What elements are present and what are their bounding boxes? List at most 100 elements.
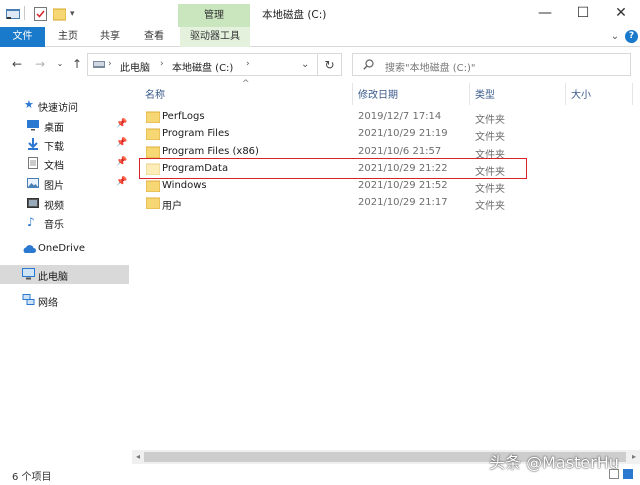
file-row[interactable]: Windows 2021/10/29 21:52 文件夹 bbox=[136, 178, 526, 195]
network-icon bbox=[22, 294, 35, 306]
help-button[interactable]: ? bbox=[625, 30, 638, 43]
desktop-icon bbox=[27, 119, 39, 131]
computer-icon bbox=[22, 268, 35, 280]
explorer-app-icon[interactable] bbox=[6, 6, 20, 22]
nav-network[interactable]: 网络 bbox=[0, 291, 129, 310]
watermark: 头条 @MasterHu bbox=[489, 453, 619, 472]
column-divider[interactable] bbox=[632, 83, 633, 105]
file-row[interactable]: 用户 2021/10/29 21:17 文件夹 bbox=[136, 195, 526, 212]
nav-item-desktop[interactable]: 桌面 📌 bbox=[0, 116, 129, 135]
breadcrumb-separator-icon[interactable]: › bbox=[246, 59, 250, 69]
file-date: 2021/10/29 21:52 bbox=[358, 180, 448, 191]
file-date: 2021/10/6 21:57 bbox=[358, 146, 442, 157]
folder-icon bbox=[145, 146, 161, 159]
tab-home[interactable]: 主页 bbox=[52, 27, 84, 47]
breadcrumb-this-pc[interactable]: 此电脑 bbox=[120, 59, 150, 74]
sort-ascending-icon: ^ bbox=[242, 79, 250, 89]
breadcrumb-separator-icon[interactable]: › bbox=[108, 59, 112, 69]
nav-label: 桌面 bbox=[44, 123, 64, 134]
item-count: 6 个项目 bbox=[12, 472, 52, 483]
file-type: 文件夹 bbox=[475, 115, 505, 126]
up-button[interactable]: ↑ bbox=[70, 57, 84, 71]
search-box[interactable]: 搜索"本地磁盘 (C:)" bbox=[352, 53, 631, 76]
scroll-left-icon[interactable]: ◂ bbox=[132, 450, 144, 464]
tab-drive-tools[interactable]: 驱动器工具 bbox=[180, 27, 250, 47]
minimize-button[interactable]: — bbox=[532, 3, 558, 23]
nav-label: 网络 bbox=[38, 298, 58, 309]
close-button[interactable]: ✕ bbox=[608, 3, 634, 23]
tab-view[interactable]: 查看 bbox=[138, 27, 170, 47]
search-placeholder: 搜索"本地磁盘 (C:)" bbox=[385, 63, 476, 74]
file-list: ^ 名称 修改日期 类型 大小 PerfLogs 2019/12/7 17:14… bbox=[132, 79, 640, 463]
tab-share[interactable]: 共享 bbox=[94, 27, 126, 47]
file-date: 2021/10/29 21:19 bbox=[358, 128, 448, 139]
pin-icon[interactable]: 📌 bbox=[116, 138, 127, 148]
pin-icon[interactable]: 📌 bbox=[116, 177, 127, 187]
back-button[interactable]: ← bbox=[10, 57, 24, 71]
nav-label: 音乐 bbox=[44, 220, 64, 231]
scroll-right-icon[interactable]: ▸ bbox=[628, 450, 640, 464]
folder-icon bbox=[145, 197, 161, 210]
documents-icon bbox=[27, 157, 39, 169]
nav-onedrive[interactable]: OneDrive bbox=[0, 240, 129, 259]
folder-icon bbox=[145, 111, 161, 124]
file-date: 2019/12/7 17:14 bbox=[358, 111, 442, 122]
column-divider[interactable] bbox=[352, 83, 353, 105]
column-header-name[interactable]: 名称 bbox=[145, 86, 165, 101]
drive-location-icon bbox=[93, 59, 105, 73]
address-dropdown-icon[interactable]: ⌄ bbox=[301, 59, 309, 70]
nav-label: 图片 bbox=[44, 181, 64, 192]
address-bar[interactable]: › 此电脑 › 本地磁盘 (C:) › ⌄ bbox=[87, 53, 318, 76]
folder-icon bbox=[145, 128, 161, 141]
nav-label: 快速访问 bbox=[38, 103, 78, 114]
breadcrumb-local-disk[interactable]: 本地磁盘 (C:) bbox=[172, 59, 233, 74]
search-icon bbox=[363, 59, 374, 73]
file-name: Program Files (x86) bbox=[162, 146, 259, 157]
properties-icon[interactable] bbox=[34, 6, 47, 22]
maximize-button[interactable]: ☐ bbox=[570, 3, 596, 23]
nav-quick-access[interactable]: ★ 快速访问 bbox=[0, 96, 129, 115]
highlight-box bbox=[139, 158, 527, 179]
context-tab-manage[interactable]: 管理 bbox=[178, 4, 250, 27]
navigation-pane: ★ 快速访问 桌面 📌 下载 📌 文档 📌 图片 📌 视频 ♪ 音乐 OneDr… bbox=[0, 81, 132, 463]
nav-label: 下载 bbox=[44, 142, 64, 153]
new-folder-icon[interactable] bbox=[53, 6, 66, 22]
title-bar: ▾ 管理 本地磁盘 (C:) — ☐ ✕ bbox=[0, 0, 640, 27]
expand-ribbon-icon[interactable]: ⌄ bbox=[608, 30, 622, 44]
breadcrumb-separator-icon[interactable]: › bbox=[160, 59, 164, 69]
column-header-type[interactable]: 类型 bbox=[475, 86, 495, 101]
column-divider[interactable] bbox=[469, 83, 470, 105]
pin-icon[interactable]: 📌 bbox=[116, 119, 127, 129]
folder-icon bbox=[145, 180, 161, 193]
file-row[interactable]: PerfLogs 2019/12/7 17:14 文件夹 bbox=[136, 109, 526, 126]
file-name: PerfLogs bbox=[162, 111, 205, 122]
tab-file[interactable]: 文件 bbox=[0, 27, 45, 47]
pictures-icon bbox=[27, 177, 39, 189]
file-type: 文件夹 bbox=[475, 132, 505, 143]
download-icon bbox=[27, 138, 39, 150]
column-header-size[interactable]: 大小 bbox=[571, 86, 591, 101]
pin-icon[interactable]: 📌 bbox=[116, 157, 127, 167]
file-row[interactable]: Program Files 2021/10/29 21:19 文件夹 bbox=[136, 126, 526, 143]
nav-item-videos[interactable]: 视频 bbox=[0, 194, 129, 213]
nav-item-documents[interactable]: 文档 📌 bbox=[0, 154, 129, 173]
nav-label: 文档 bbox=[44, 161, 64, 172]
ribbon-tabs: 文件 主页 共享 查看 驱动器工具 ⌄ ? bbox=[0, 27, 640, 47]
file-name: Program Files bbox=[162, 128, 230, 139]
forward-button[interactable]: → bbox=[33, 57, 47, 71]
recent-locations-button[interactable]: ⌄ bbox=[53, 57, 67, 71]
nav-this-pc[interactable]: 此电脑 bbox=[0, 265, 129, 284]
column-header-date[interactable]: 修改日期 bbox=[358, 86, 398, 101]
star-icon: ★ bbox=[24, 98, 34, 111]
customize-toolbar-icon[interactable]: ▾ bbox=[70, 6, 75, 22]
nav-item-pictures[interactable]: 图片 📌 bbox=[0, 174, 129, 193]
column-divider[interactable] bbox=[565, 83, 566, 105]
file-type: 文件夹 bbox=[475, 184, 505, 195]
large-icons-view-icon[interactable] bbox=[623, 469, 633, 479]
nav-item-downloads[interactable]: 下载 📌 bbox=[0, 135, 129, 154]
nav-label: 此电脑 bbox=[38, 272, 68, 283]
videos-icon bbox=[27, 197, 39, 209]
refresh-button[interactable]: ↻ bbox=[318, 53, 342, 76]
nav-item-music[interactable]: ♪ 音乐 bbox=[0, 213, 129, 232]
file-name: 用户 bbox=[162, 201, 182, 212]
